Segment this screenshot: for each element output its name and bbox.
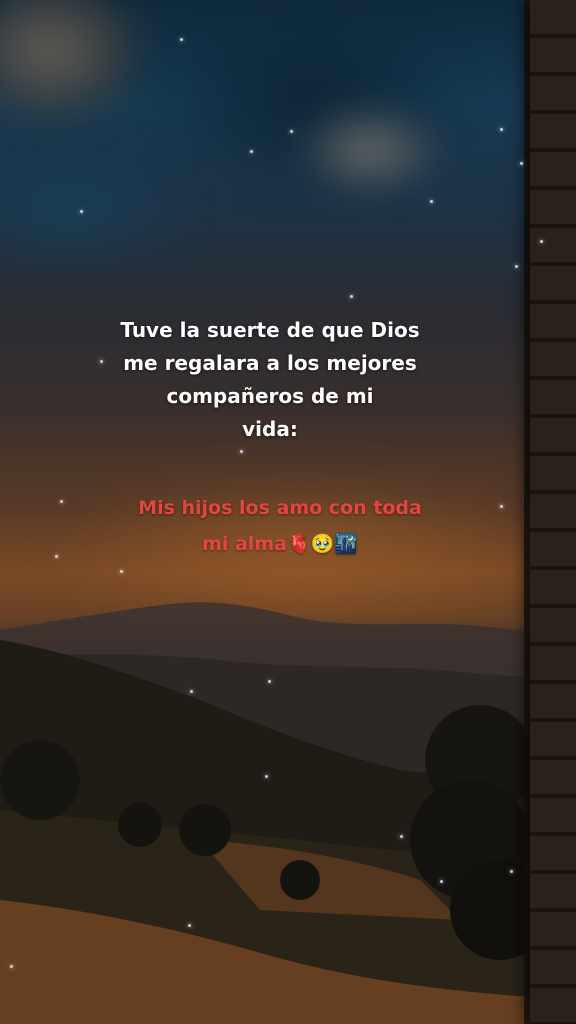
sparkle: [540, 240, 543, 243]
sparkle: [60, 500, 63, 503]
sparkle: [80, 210, 83, 213]
sparkle: [265, 775, 268, 778]
sparkle: [430, 200, 433, 203]
sparkle: [350, 295, 353, 298]
sparkle: [55, 555, 58, 558]
sparkle: [400, 835, 403, 838]
accent-line: Mis hijos los amo con toda: [138, 497, 422, 519]
lit-cloud: [300, 110, 440, 190]
accent-line: mi alma🫀🥹🌃: [202, 533, 358, 555]
caption-line: me regalara a los mejores: [123, 351, 417, 375]
main-caption: Tuve la suerte de que Dios me regalara a…: [100, 314, 440, 446]
background-scene: Tuve la suerte de que Dios me regalara a…: [0, 0, 576, 1024]
sparkle: [500, 128, 503, 131]
sparkle: [500, 505, 503, 508]
sparkle: [120, 570, 123, 573]
cloud: [0, 0, 140, 120]
sparkle: [190, 690, 193, 693]
sparkle: [510, 870, 513, 873]
sparkle: [520, 162, 523, 165]
sparkle: [268, 680, 271, 683]
caption-line: vida:: [242, 417, 298, 441]
sparkle: [180, 38, 183, 41]
countryside-hills: [0, 640, 576, 1024]
sparkle: [10, 965, 13, 968]
sparkle: [188, 924, 191, 927]
sparkle: [250, 150, 253, 153]
caption-line: Tuve la suerte de que Dios: [120, 318, 420, 342]
sparkle: [240, 450, 243, 453]
caption-line: compañeros de mi: [166, 384, 374, 408]
sparkle: [440, 880, 443, 883]
sparkle: [515, 265, 518, 268]
sparkle: [290, 130, 293, 133]
blue-cloud: [0, 150, 200, 270]
accent-caption: Mis hijos los amo con toda mi alma🫀🥹🌃: [120, 490, 440, 562]
brick-wall: [530, 0, 576, 1024]
